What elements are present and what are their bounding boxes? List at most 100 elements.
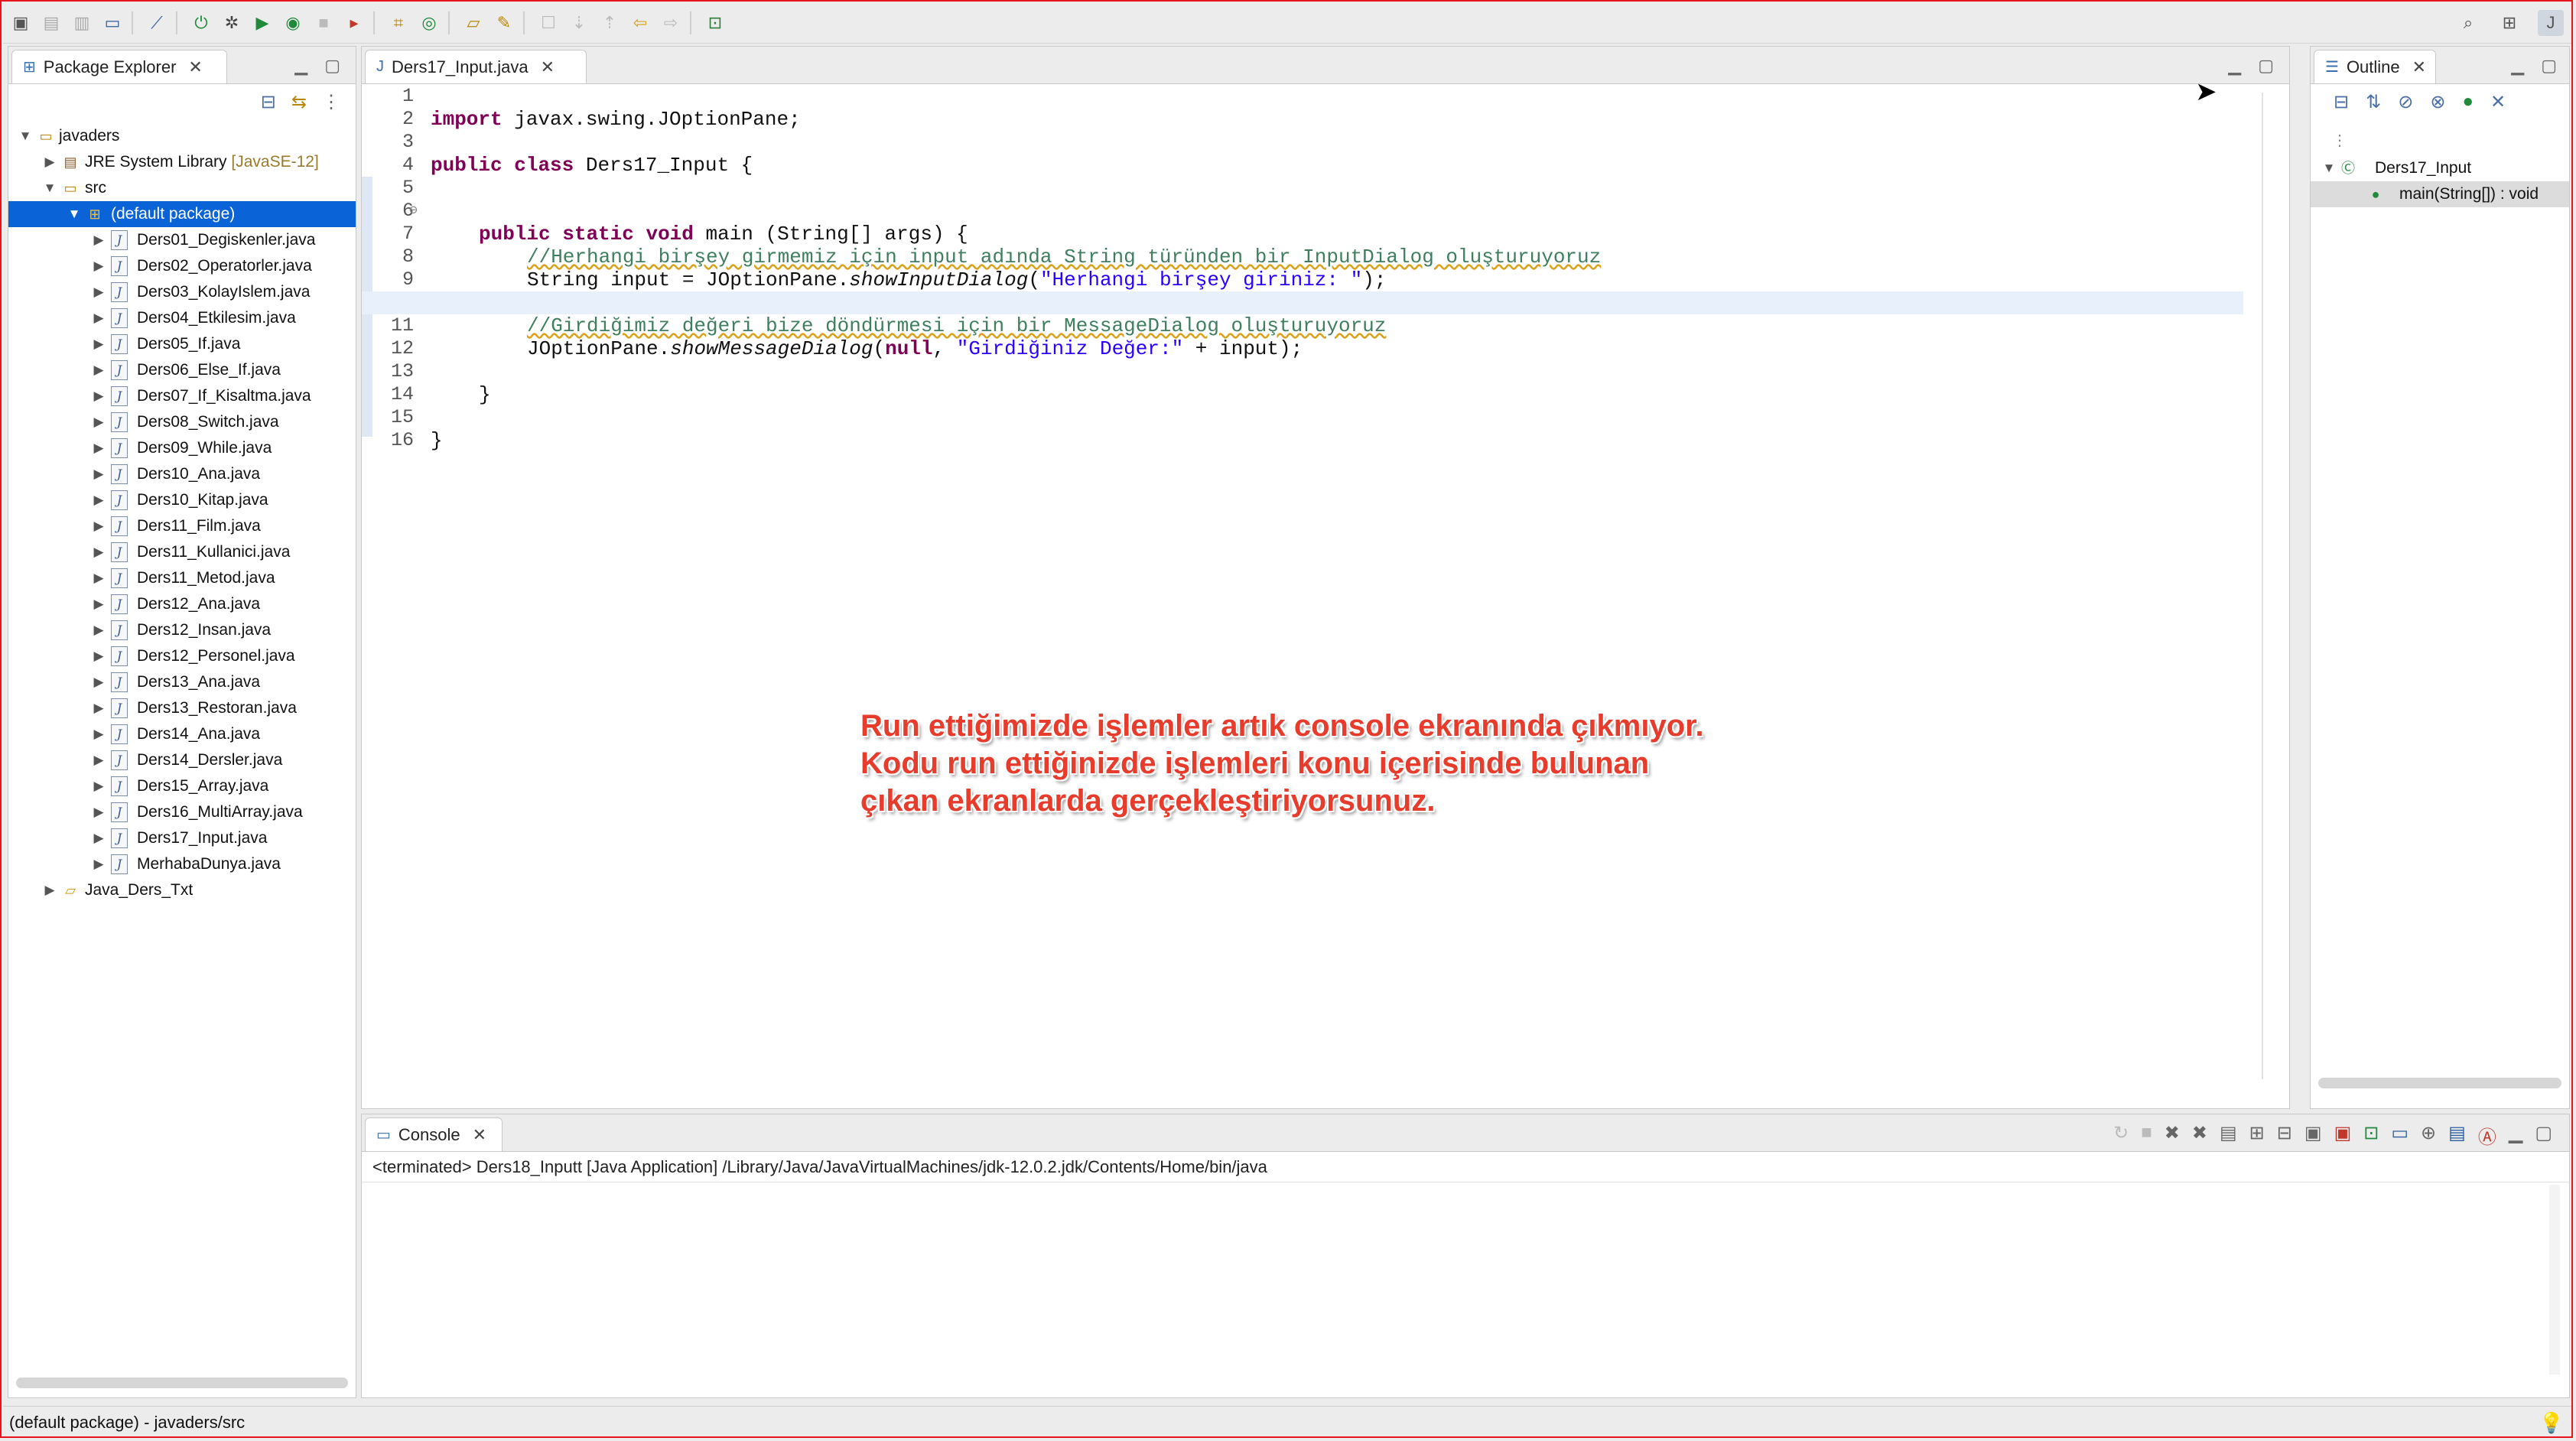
tree-item-file[interactable]: ▶ J Ders10_Ana.java [8,461,356,487]
next-annotation-icon[interactable]: ⇣ [566,10,592,36]
tab-console[interactable]: ▭ Console ✕ [365,1117,503,1151]
hide-static-icon[interactable]: ⊗ [2430,91,2445,113]
expand-arrow-icon[interactable]: ▶ [91,461,106,487]
expand-arrow-icon[interactable]: ▶ [91,669,106,695]
tree-item-file[interactable]: ▶ J Ders14_Ana.java [8,721,356,747]
tree-item-file[interactable]: ▶ J Ders12_Personel.java [8,643,356,669]
minimize-icon[interactable]: ▁ [2228,56,2241,76]
new-class-icon[interactable]: ◎ [416,10,442,36]
expand-arrow-icon[interactable]: ▶ [91,227,106,253]
ant-icon[interactable]: Ⓐ [2478,1122,2496,1149]
stop-icon[interactable]: ■ [311,10,337,36]
tree-item-file[interactable]: ▶ J Ders14_Dersler.java [8,747,356,773]
scroll-lock-icon[interactable]: ⊞ [2249,1122,2265,1149]
coverage-icon[interactable]: ◉ [280,10,306,36]
tree-item-file[interactable]: ▶ J Ders08_Switch.java [8,409,356,435]
terminate-icon[interactable]: ■ [2141,1122,2152,1149]
outline-menu-icon[interactable]: ⋮ [2332,131,2347,150]
expand-arrow-icon[interactable]: ▶ [91,825,106,851]
expand-arrow-icon[interactable]: ▶ [91,773,106,799]
skip-breakpoints-icon[interactable]: ⟋ [144,10,170,36]
tree-item-file[interactable]: ▶ J Ders06_Else_If.java [8,357,356,383]
run-last-icon[interactable]: ▸ [341,10,367,36]
tree-item-file[interactable]: ▶ J Ders04_Etkilesim.java [8,305,356,331]
expand-arrow-icon[interactable]: ▶ [42,149,57,175]
sort-icon[interactable]: ⇅ [2366,91,2381,113]
save-all-icon[interactable]: ▥ [69,10,95,36]
tree-item-file[interactable]: ▶ J Ders11_Kullanici.java [8,539,356,565]
expand-arrow-icon[interactable]: ▶ [91,409,106,435]
tree-item-file[interactable]: ▶ J Ders17_Input.java [8,825,356,851]
expand-arrow-icon[interactable]: ▶ [91,565,106,591]
expand-arrow-icon[interactable]: ▶ [91,305,106,331]
tree-item-file[interactable]: ▶ J Ders13_Restoran.java [8,695,356,721]
reload-icon[interactable]: ↻ [2113,1122,2129,1149]
tip-icon[interactable]: 💡 [2539,1411,2564,1435]
maximize-icon[interactable]: ▢ [2258,56,2274,76]
open-type-icon[interactable]: ▱ [460,10,486,36]
display-console-icon[interactable]: ▭ [2391,1122,2408,1149]
expand-arrow-icon[interactable]: ▶ [91,539,106,565]
forward-icon[interactable]: ⇨ [658,10,684,36]
open-perspective-icon[interactable]: ⊞ [2496,10,2522,36]
view-menu-icon[interactable]: ⋮ [322,91,340,113]
tree-item-file[interactable]: ▶ J Ders05_If.java [8,331,356,357]
maximize-icon[interactable]: ▢ [2541,56,2557,76]
expand-arrow-icon[interactable]: ▼ [18,123,33,149]
new-package-icon[interactable]: ⌗ [385,10,411,36]
expand-arrow-icon[interactable]: ▼ [42,175,57,201]
tree-item-jre[interactable]: ▶ ▤ JRE System Library [JavaSE-12] [8,149,356,175]
horizontal-scrollbar[interactable] [16,1378,348,1388]
search-icon[interactable]: ⌕ [2455,10,2481,36]
tree-item-java-ders-txt[interactable]: ▶ ▱ Java_Ders_Txt [8,877,356,903]
collapse-all-icon[interactable]: ⊟ [2334,91,2349,113]
close-icon[interactable]: ✕ [188,57,202,77]
tree-item-file[interactable]: ▶ J Ders10_Kitap.java [8,487,356,513]
annotation-icon[interactable]: ☐ [535,10,561,36]
console-output[interactable] [362,1182,2569,1397]
new-icon[interactable]: ▣ [8,10,34,36]
expand-arrow-icon[interactable]: ▼ [2321,155,2337,181]
tree-item-file[interactable]: ▶ J Ders01_Degiskenler.java [8,227,356,253]
minimize-icon[interactable]: ▁ [294,56,307,76]
expand-arrow-icon[interactable]: ▶ [91,487,106,513]
expand-arrow-icon[interactable]: ▶ [91,643,106,669]
run-icon[interactable]: ▶ [249,10,275,36]
terminal-icon[interactable]: ▭ [99,10,125,36]
tree-item-file[interactable]: ▶ J Ders02_Operatorler.java [8,253,356,279]
pin-editor-icon[interactable]: ⊡ [702,10,728,36]
tree-item-file[interactable]: ▶ J Ders03_KolayIslem.java [8,279,356,305]
close-icon[interactable]: ✕ [541,57,555,77]
expand-arrow-icon[interactable]: ▶ [91,435,106,461]
close-icon[interactable]: ✕ [2412,57,2426,77]
tree-item-file[interactable]: ▶ J MerhabaDunya.java [8,851,356,877]
prev-annotation-icon[interactable]: ⇡ [597,10,623,36]
link-with-editor-icon[interactable]: ⇆ [291,91,307,113]
code-area[interactable]: 12345678910111213141516 import javax.swi… [362,85,2243,1093]
expand-arrow-icon[interactable]: ▶ [91,357,106,383]
tree-item-file[interactable]: ▶ J Ders12_Ana.java [8,591,356,617]
expand-arrow-icon[interactable]: ▶ [91,721,106,747]
expand-arrow-icon[interactable]: ▶ [91,279,106,305]
hide-local-types-icon[interactable]: ✕ [2490,91,2506,113]
expand-arrow-icon[interactable]: ▶ [91,331,106,357]
clear-console-icon[interactable]: ▤ [2220,1122,2237,1149]
expand-arrow-icon[interactable]: ▼ [67,201,82,227]
minimize-icon[interactable]: ▁ [2511,56,2524,76]
maximize-icon[interactable]: ▢ [324,56,340,76]
java-perspective-icon[interactable]: J [2538,10,2564,36]
tree-item-file[interactable]: ▶ J Ders15_Array.java [8,773,356,799]
collapse-all-icon[interactable]: ⊟ [261,91,276,113]
expand-arrow-icon[interactable]: ▶ [91,851,106,877]
back-icon[interactable]: ⇦ [627,10,653,36]
show-on-stdout-icon[interactable]: ▣ [2304,1122,2322,1149]
tree-item-file[interactable]: ▶ J Ders09_While.java [8,435,356,461]
tree-item-file[interactable]: ▶ J Ders11_Metod.java [8,565,356,591]
tree-item-default-package[interactable]: ▼ ⊞ (default package) [8,201,356,227]
expand-arrow-icon[interactable]: ▶ [91,617,106,643]
expand-arrow-icon[interactable]: ▶ [91,513,106,539]
maximize-icon[interactable]: ▢ [2535,1122,2552,1149]
show-on-stderr-icon[interactable]: ▣ [2334,1122,2352,1149]
tree-item-file[interactable]: ▶ J Ders13_Ana.java [8,669,356,695]
minimize-icon[interactable]: ▁ [2509,1122,2522,1149]
